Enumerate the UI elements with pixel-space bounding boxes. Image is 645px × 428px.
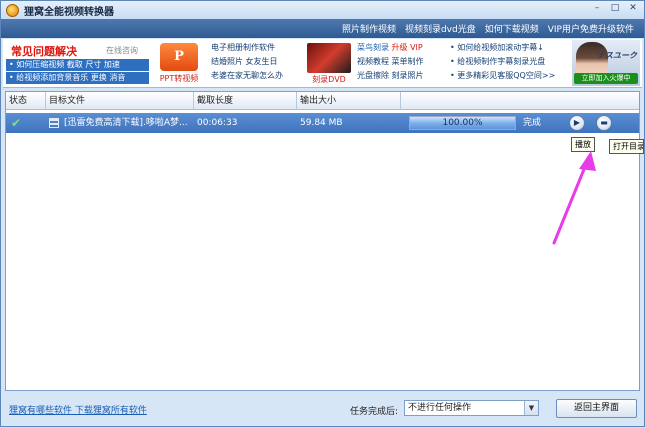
table-header: 状态 目标文件 截取长度 输出大小	[6, 92, 639, 110]
topbar-link-burn-dvd[interactable]: 视频刻录dvd光盘	[405, 22, 476, 35]
row-status-text: 完成	[523, 118, 542, 128]
ad-links-album: 电子相册制作软件 结婚照片 女友生日 老婆在家无聊怎么办	[211, 41, 283, 83]
ppt-to-video-ad[interactable]: P PPT转视频	[154, 41, 204, 86]
ad-link-disc-erase[interactable]: 光盘擦除 刻录照片	[357, 69, 424, 83]
ad-link-more-qq[interactable]: • 更多精彩见客服QQ空间>>	[450, 69, 555, 83]
column-header-clip-length[interactable]: 截取长度	[194, 92, 297, 110]
title-bar: 狸窝全能视频转换器 – □ ✕	[1, 1, 644, 19]
ad-link-wife-bored[interactable]: 老婆在家无聊怎么办	[211, 69, 283, 83]
ad-links-subtitle: • 如何给视频加滚动字幕↓ • 给视频制作字幕刻录光盘 • 更多精彩见客服QQ空…	[450, 41, 555, 83]
close-button[interactable]: ✕	[626, 3, 640, 15]
open-folder-tooltip: 打开目录	[609, 139, 644, 154]
checkmark-icon[interactable]: ✔	[11, 117, 23, 129]
dvd-thumbnail-image	[307, 43, 351, 73]
folder-icon: ▬	[600, 118, 608, 127]
column-header-progress	[401, 92, 639, 110]
row-progress-bar: 100.00%	[409, 116, 516, 130]
play-button[interactable]: ▶	[569, 115, 585, 131]
window-controls: – □ ✕	[590, 3, 640, 15]
topbar-link-download-video[interactable]: 如何下载视频	[485, 22, 539, 35]
ad-link-beginner-burn[interactable]: 菜鸟刻录	[357, 43, 389, 52]
promo-text: ナスユーク	[597, 51, 637, 60]
ppt-logo-icon: P	[160, 43, 198, 71]
maximize-button[interactable]: □	[608, 3, 622, 15]
faq-row-compress[interactable]: • 如何压缩视频 截取 尺寸 加速	[6, 59, 149, 71]
ad-link-scroll-subtitle[interactable]: • 如何给视频加滚动字幕↓	[450, 41, 555, 55]
back-to-main-button[interactable]: 返回主界面	[556, 399, 637, 418]
play-icon: ▶	[573, 118, 581, 127]
faq-row-music[interactable]: • 给视频添加背景音乐 更换 消音	[6, 72, 149, 84]
ad-link-album-software[interactable]: 电子相册制作软件	[211, 41, 283, 55]
app-window: 狸窝全能视频转换器 – □ ✕ 照片制作视频 视频刻录dvd光盘 如何下载视频 …	[0, 0, 645, 427]
promo-banner[interactable]: ナスユーク 立即加入火爆中	[572, 40, 640, 86]
column-header-status[interactable]: 状态	[6, 92, 46, 110]
promo-join-button[interactable]: 立即加入火爆中	[574, 73, 638, 84]
table-row[interactable]: ✔ [迅雷免费高清下载].哆啦A梦... 00:06:33 59.84 MB 1…	[6, 113, 639, 133]
open-folder-button[interactable]: ▬	[596, 115, 612, 131]
after-task-label: 任务完成后:	[350, 407, 399, 417]
burn-dvd-ad[interactable]: 刻录DVD	[305, 41, 353, 86]
after-task-select-value: 不进行任何操作	[408, 403, 472, 413]
row-target-file: [迅雷免费高清下载].哆啦A梦...	[64, 118, 188, 128]
minimize-button[interactable]: –	[590, 3, 604, 15]
task-table: 状态 目标文件 截取长度 输出大小 ✔ [迅雷免费高清下载].哆啦A梦... 0…	[5, 91, 640, 391]
ad-link-upgrade-vip[interactable]: 升级 VIP	[392, 43, 423, 52]
ad-banner-bar: 常见问题解决 在线咨询 • 如何压缩视频 截取 尺寸 加速 • 给视频添加背景音…	[3, 39, 642, 88]
ad-links-burn: 菜鸟刻录 升级 VIP 视频教程 菜单制作 光盘擦除 刻录照片	[357, 41, 424, 83]
row-output-size: 59.84 MB	[300, 118, 343, 128]
bottom-bar: 狸窝有哪些软件 下载狸窝所有软件 任务完成后: 不进行任何操作 ▼ 返回主界面	[1, 395, 644, 425]
ppt-label: PPT转视频	[159, 74, 199, 83]
faq-title[interactable]: 常见问题解决	[11, 43, 77, 59]
ad-link-video-tutorial[interactable]: 视频教程 菜单制作	[357, 55, 424, 69]
burn-dvd-label: 刻录DVD	[312, 75, 346, 84]
window-title: 狸窝全能视频转换器	[24, 6, 114, 18]
column-header-target-file[interactable]: 目标文件	[46, 92, 194, 110]
topbar-link-photo-video[interactable]: 照片制作视频	[342, 22, 396, 35]
progress-text: 100.00%	[442, 118, 483, 128]
ad-link-wedding-photos[interactable]: 结婚照片 女友生日	[211, 55, 283, 69]
chevron-down-icon[interactable]: ▼	[524, 401, 538, 415]
after-task-select[interactable]: 不进行任何操作 ▼	[404, 400, 539, 416]
topbar-link-vip-upgrade[interactable]: VIP用户免费升级软件	[548, 22, 634, 35]
column-header-output-size[interactable]: 输出大小	[297, 92, 401, 110]
play-tooltip: 播放	[571, 137, 595, 152]
app-logo-icon	[6, 3, 19, 17]
ad-link-subtitle-burn[interactable]: • 给视频制作字幕刻录光盘	[450, 55, 555, 69]
top-link-bar: 照片制作视频 视频刻录dvd光盘 如何下载视频 VIP用户免费升级软件	[1, 19, 644, 38]
film-icon	[49, 118, 59, 128]
online-consult-link[interactable]: 在线咨询	[106, 45, 138, 56]
ad-links-burn-line1: 菜鸟刻录 升级 VIP	[357, 41, 424, 55]
row-clip-length: 00:06:33	[197, 118, 238, 128]
faq-panel: 常见问题解决 在线咨询 • 如何压缩视频 截取 尺寸 加速 • 给视频添加背景音…	[6, 41, 149, 86]
download-all-software-link[interactable]: 狸窝有哪些软件 下载狸窝所有软件	[9, 403, 147, 416]
